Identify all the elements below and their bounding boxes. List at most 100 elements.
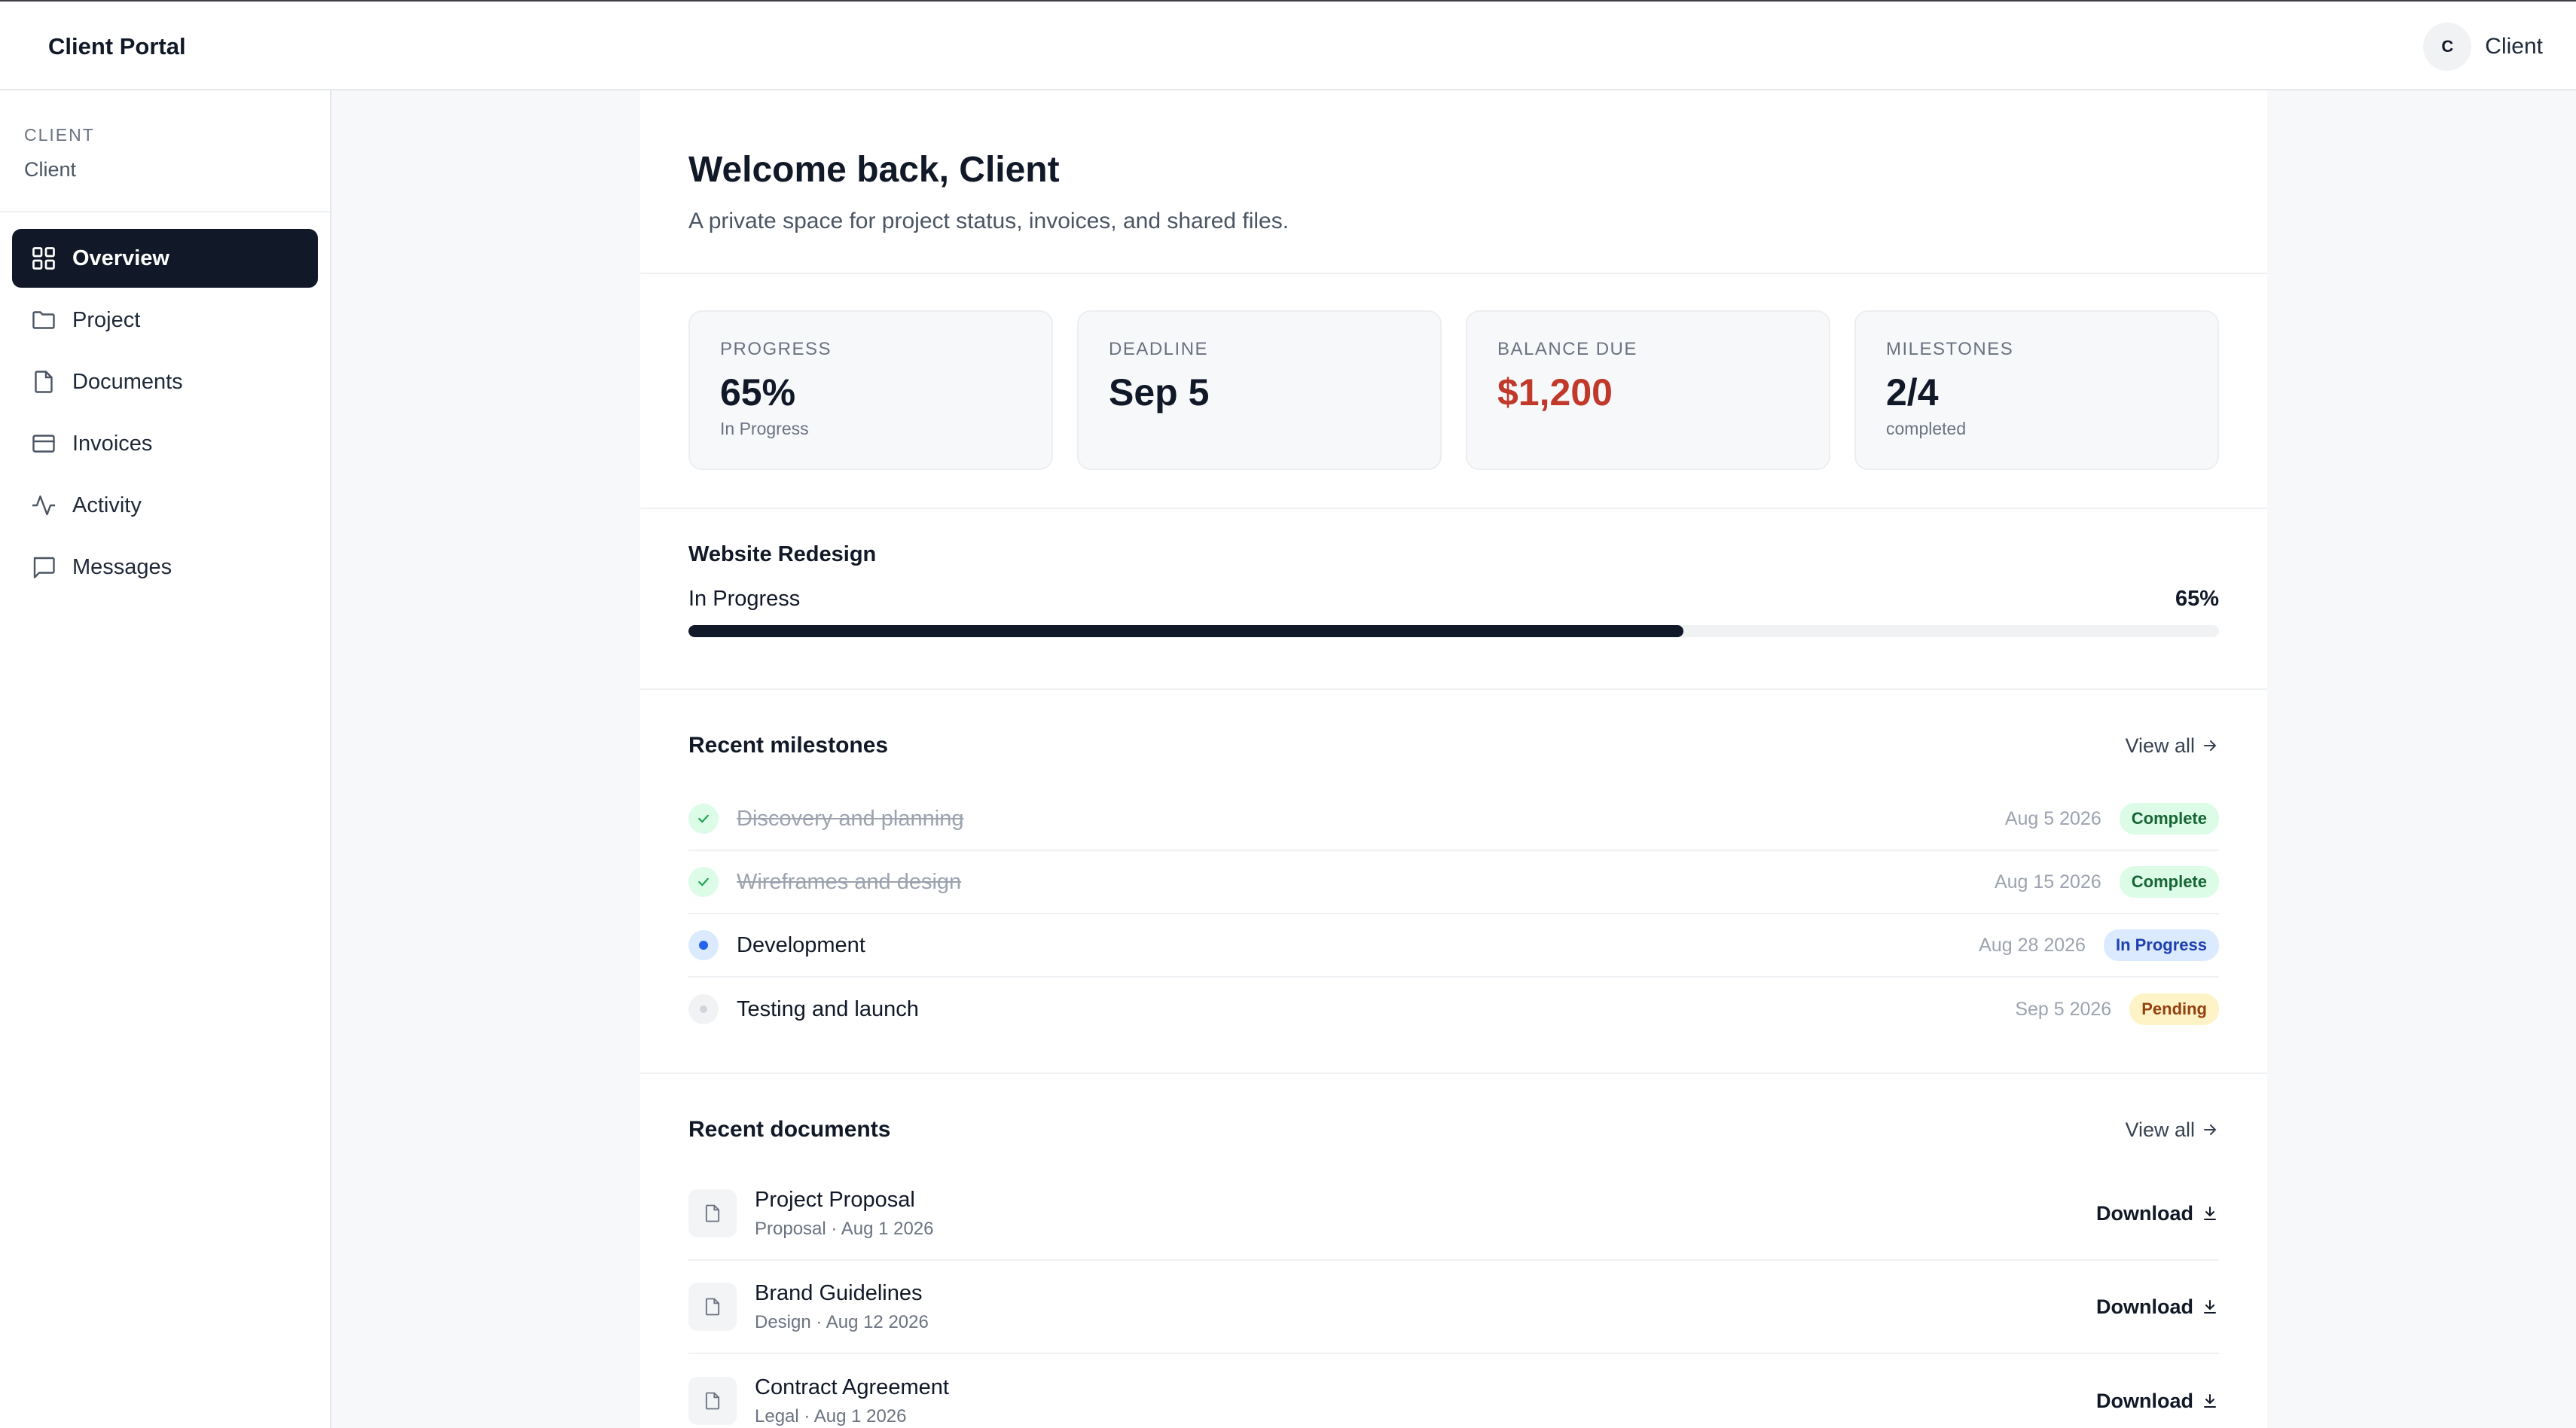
milestones-view-all-link[interactable]: View all: [2125, 734, 2219, 758]
milestone-date: Aug 5 2026: [2004, 807, 2101, 829]
document-name: Brand Guidelines: [755, 1280, 923, 1305]
sidebar-item-label: Invoices: [72, 431, 153, 456]
check-icon: [688, 867, 719, 897]
user-menu[interactable]: C Client: [2423, 23, 2543, 71]
milestones-list: Discovery and planning Aug 5 2026 Comple…: [688, 788, 2219, 1041]
milestone-date: Aug 15 2026: [1994, 871, 2101, 892]
document-info: Contract Agreement Legal · Aug 1 2026: [755, 1375, 2096, 1427]
top-header: Client Portal C Client: [0, 2, 2576, 90]
document-name: Project Proposal: [755, 1187, 915, 1212]
credit-card-icon: [32, 435, 55, 453]
documents-header: Recent documents View all: [688, 1115, 2219, 1145]
stat-label: BALANCE DUE: [1497, 339, 1637, 359]
sidebar-item-label: Messages: [72, 554, 172, 579]
milestone-name: Wireframes and design: [737, 869, 962, 894]
sidebar-item-documents[interactable]: Documents: [12, 352, 318, 411]
download-label: Download: [2096, 1201, 2193, 1225]
stat-value: $1,200: [1497, 371, 1613, 413]
project-progress: Website Redesign In Progress 65%: [640, 509, 2267, 690]
document-row[interactable]: Project Proposal Proposal · Aug 1 2026 D…: [688, 1167, 2219, 1261]
milestone-row[interactable]: Wireframes and design Aug 15 2026 Comple…: [688, 851, 2219, 914]
download-icon: [2204, 1394, 2216, 1408]
project-status: In Progress: [688, 587, 801, 611]
project-percent: 65%: [2175, 587, 2219, 611]
status-badge: Complete: [2119, 866, 2219, 898]
download-label: Download: [2096, 1295, 2193, 1318]
download-button[interactable]: Download: [2096, 1295, 2219, 1319]
milestone-row[interactable]: Testing and launch Sep 5 2026 Pending: [688, 978, 2219, 1041]
stat-card-balance: BALANCE DUE $1,200: [1466, 310, 1830, 470]
message-icon: [33, 557, 55, 578]
download-button[interactable]: Download: [2096, 1390, 2219, 1413]
file-icon: [688, 1283, 737, 1331]
document-info: Brand Guidelines Design · Aug 12 2026: [755, 1281, 2096, 1333]
arrow-right-icon: [2204, 1124, 2217, 1135]
sidebar-item-label: Activity: [72, 493, 142, 517]
document-row[interactable]: Brand Guidelines Design · Aug 12 2026 Do…: [688, 1261, 2219, 1354]
folder-icon: [32, 311, 55, 329]
stat-card-deadline: DEADLINE Sep 5: [1077, 310, 1442, 470]
file-icon: [688, 1189, 737, 1237]
download-icon: [2204, 1300, 2216, 1314]
activity-icon: [32, 495, 55, 516]
milestones-header: Recent milestones View all: [688, 731, 2219, 761]
milestone-row[interactable]: Discovery and planning Aug 5 2026 Comple…: [688, 788, 2219, 851]
sidebar-item-activity[interactable]: Activity: [12, 476, 318, 535]
file-icon: [35, 371, 53, 393]
user-name[interactable]: Client: [2485, 34, 2543, 60]
milestone-name: Testing and launch: [737, 996, 919, 1021]
document-name: Contract Agreement: [755, 1375, 949, 1399]
stat-label: DEADLINE: [1109, 339, 1209, 359]
stat-card-milestones: MILESTONES 2/4 completed: [1854, 310, 2219, 470]
main-content: Welcome back, Client A private space for…: [640, 90, 2267, 1428]
sidebar-item-messages[interactable]: Messages: [12, 538, 318, 597]
view-all-label: View all: [2125, 1118, 2195, 1141]
project-name: Website Redesign: [688, 542, 877, 566]
sidebar-item-project[interactable]: Project: [12, 291, 318, 349]
documents-list: Project Proposal Proposal · Aug 1 2026 D…: [688, 1167, 2219, 1428]
progress-bar: [688, 625, 2219, 637]
documents-section: Recent documents View all Project Propos…: [640, 1074, 2267, 1428]
milestone-name: Discovery and planning: [737, 806, 964, 831]
progress-row: In Progress 65%: [688, 587, 2219, 612]
document-meta: Proposal · Aug 1 2026: [755, 1218, 934, 1239]
sidebar-nav: Overview Project Documents Invoices Acti…: [12, 229, 318, 600]
stat-label: MILESTONES: [1886, 339, 2014, 359]
stat-sub: completed: [1886, 419, 1967, 438]
milestone-row[interactable]: Development Aug 28 2026 In Progress: [688, 914, 2219, 978]
in-progress-dot-icon: [688, 930, 719, 960]
stat-value: 65%: [720, 371, 796, 413]
stat-card-progress: PROGRESS 65% In Progress: [688, 310, 1053, 470]
document-info: Project Proposal Proposal · Aug 1 2026: [755, 1188, 2096, 1240]
documents-view-all-link[interactable]: View all: [2125, 1118, 2219, 1142]
status-badge: Complete: [2119, 803, 2219, 835]
sidebar-divider: [0, 211, 330, 212]
stat-sub: In Progress: [720, 419, 809, 438]
sidebar-section-label: CLIENT: [24, 125, 95, 145]
grid-icon: [32, 247, 55, 270]
page-subtitle: A private space for project status, invo…: [688, 209, 1290, 233]
milestone-date: Aug 28 2026: [1979, 934, 2086, 956]
arrow-right-icon: [2204, 740, 2217, 751]
document-row[interactable]: Contract Agreement Legal · Aug 1 2026 Do…: [688, 1354, 2219, 1428]
avatar[interactable]: C: [2423, 23, 2472, 71]
download-button[interactable]: Download: [2096, 1202, 2219, 1225]
app-title[interactable]: Client Portal: [48, 33, 186, 60]
milestones-section: Recent milestones View all Discovery and…: [640, 690, 2267, 1074]
document-meta: Legal · Aug 1 2026: [755, 1405, 907, 1426]
documents-title: Recent documents: [688, 1117, 891, 1142]
sidebar-item-overview[interactable]: Overview: [12, 229, 318, 288]
check-icon: [688, 804, 719, 834]
status-badge: In Progress: [2103, 929, 2219, 961]
stat-value: Sep 5: [1109, 371, 1210, 413]
sidebar-item-label: Overview: [72, 246, 169, 270]
milestone-date: Sep 5 2026: [2015, 998, 2112, 1020]
download-icon: [2204, 1207, 2216, 1220]
sidebar-item-label: Project: [72, 307, 141, 332]
sidebar-item-invoices[interactable]: Invoices: [12, 414, 318, 473]
stat-label: PROGRESS: [720, 339, 832, 359]
sidebar: CLIENT Client Overview Project Documents…: [0, 90, 331, 1428]
progress-bar-fill: [688, 625, 1683, 637]
welcome-section: Welcome back, Client A private space for…: [640, 90, 2267, 274]
sidebar-client-name: Client: [24, 158, 77, 181]
